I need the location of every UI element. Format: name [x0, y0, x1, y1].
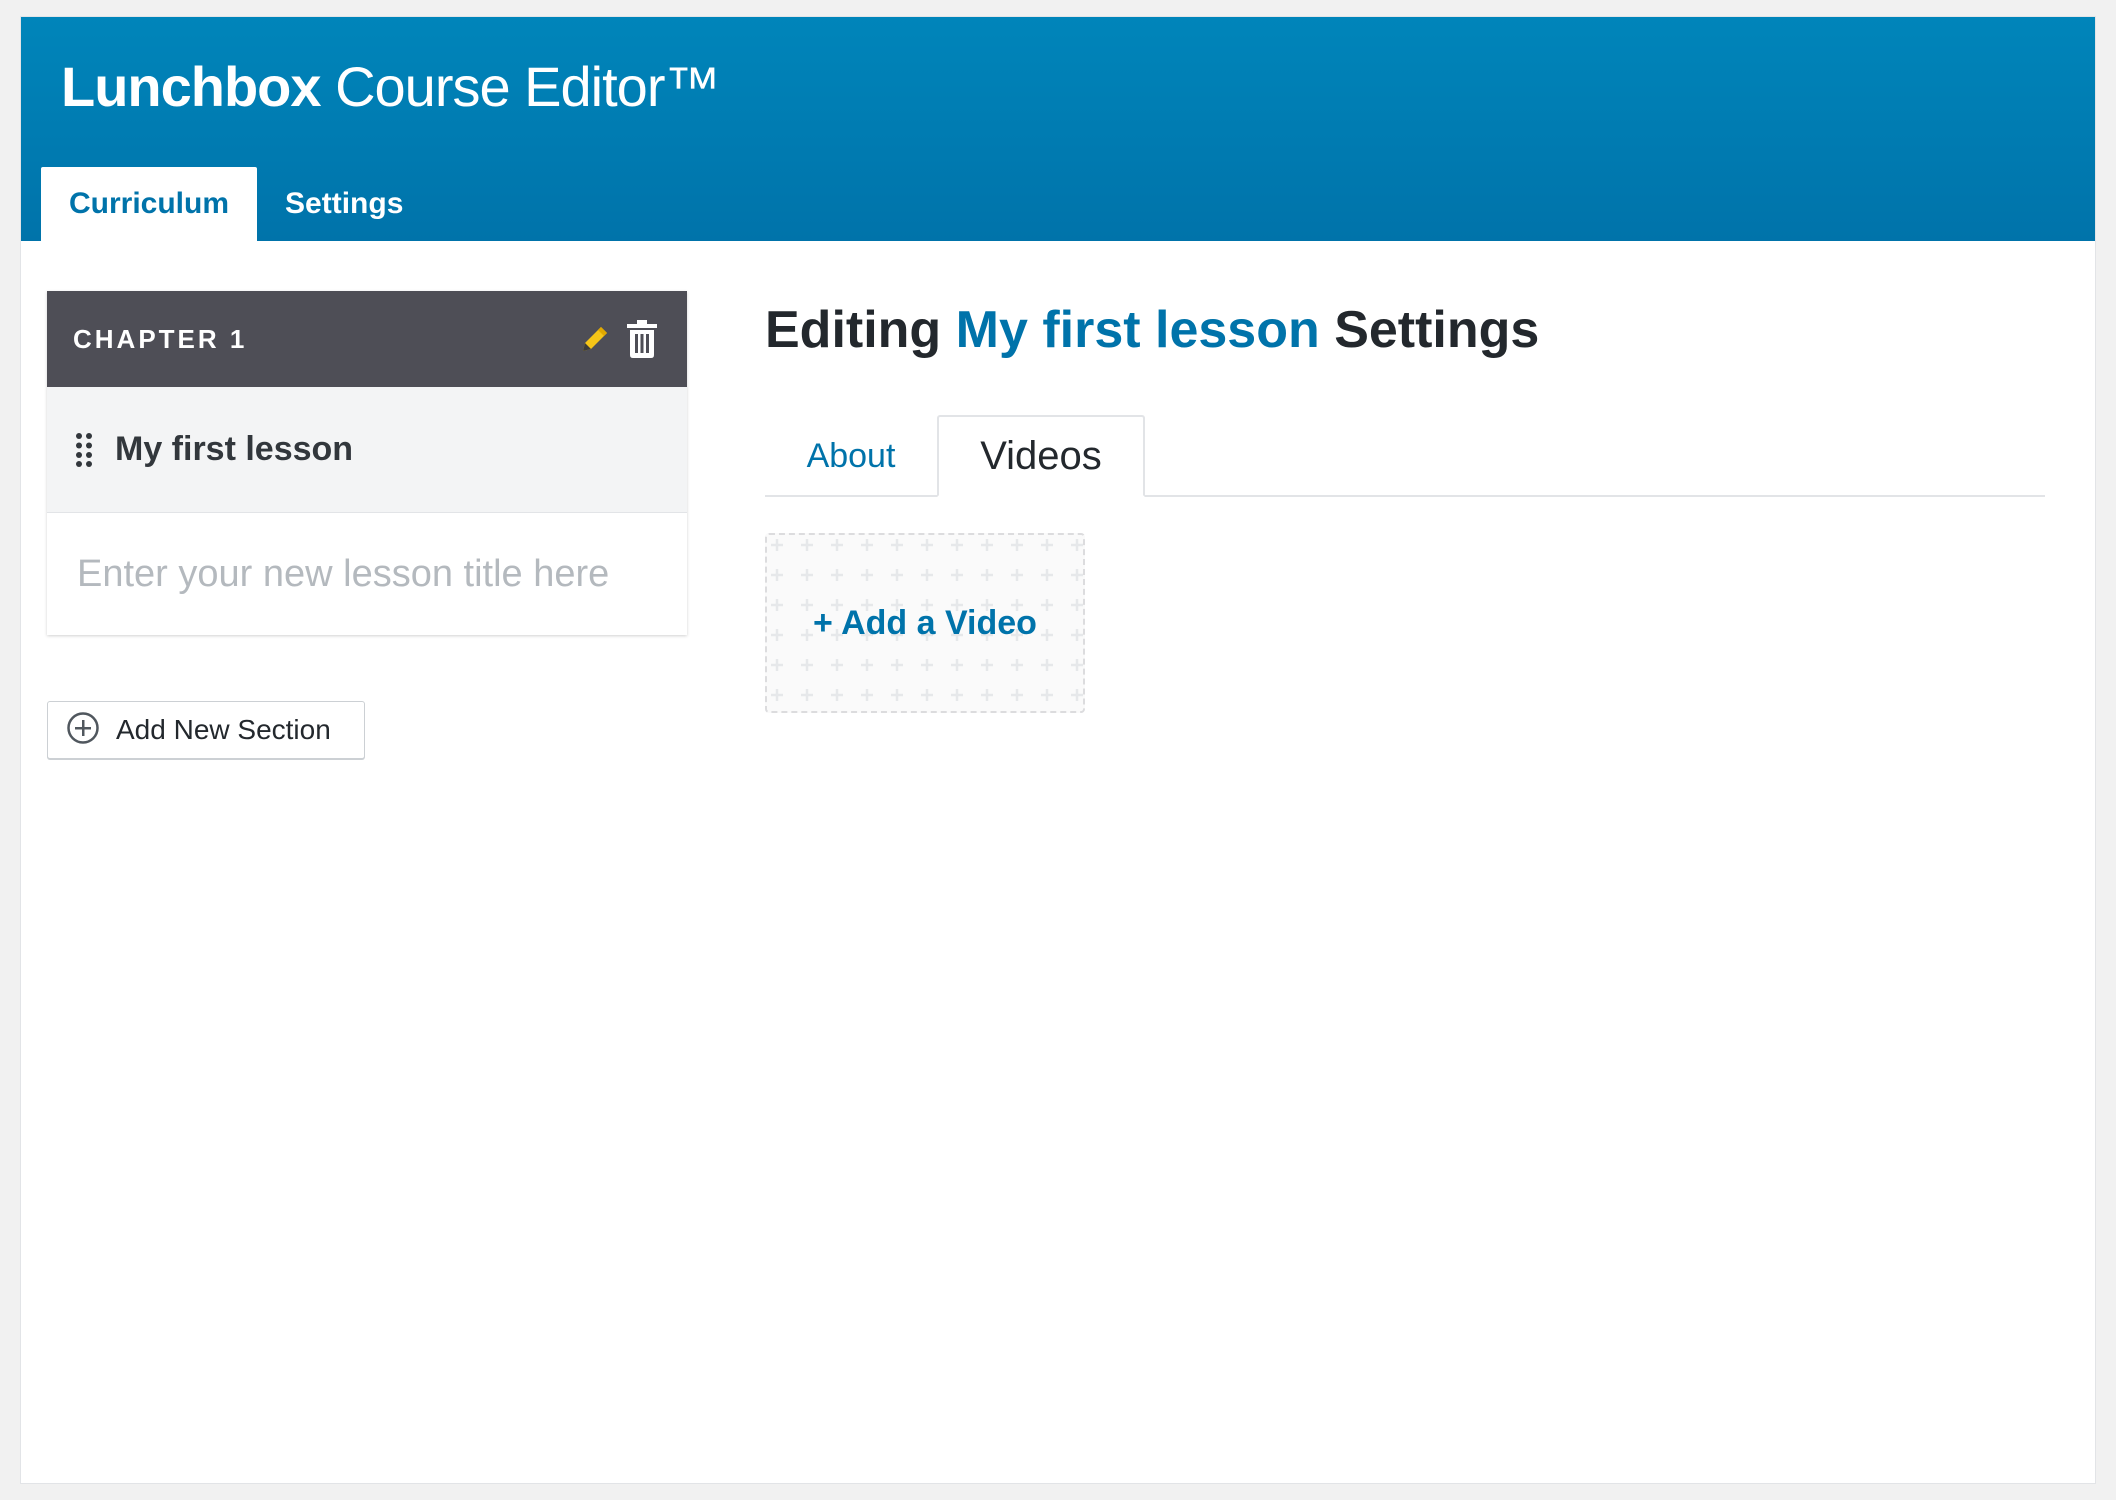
heading-lesson-name: My first lesson: [955, 301, 1320, 359]
tab-about[interactable]: About: [765, 415, 937, 497]
new-lesson-row: [47, 513, 687, 635]
tab-curriculum[interactable]: Curriculum: [41, 167, 258, 241]
course-editor-panel: Lunchbox Course Editor™ Curriculum Setti…: [20, 16, 2096, 1484]
chapter-title: CHAPTER 1: [73, 323, 248, 354]
add-new-section-button[interactable]: Add New Section: [47, 701, 365, 759]
pencil-icon[interactable]: [577, 321, 613, 357]
lesson-item[interactable]: My first lesson: [47, 387, 687, 513]
new-lesson-title-input[interactable]: [47, 513, 687, 635]
app-header: Lunchbox Course Editor™ Curriculum Setti…: [21, 17, 2095, 241]
tab-settings[interactable]: Settings: [257, 167, 431, 241]
chapter-card: CHAPTER 1 My first lesson Enter your new…: [47, 291, 687, 635]
trademark-symbol: ™: [664, 55, 720, 118]
main-tabs: Curriculum Settings: [41, 167, 431, 241]
lesson-title: My first lesson: [115, 430, 354, 468]
add-new-section-label: Add New Section: [116, 714, 331, 745]
chapter-actions: [577, 319, 659, 359]
heading-suffix: Settings: [1319, 301, 1540, 359]
page-title: Editing My first lesson Settings: [765, 299, 1539, 361]
tab-videos[interactable]: Videos: [937, 415, 1145, 497]
drag-handle-icon[interactable]: [75, 432, 93, 468]
trash-icon[interactable]: [625, 319, 659, 359]
plus-circle-icon: [66, 711, 100, 750]
app-title-rest: Course Editor: [320, 55, 665, 118]
heading-prefix: Editing: [765, 301, 956, 359]
add-video-button[interactable]: + Add a Video: [765, 533, 1085, 713]
lesson-settings-tabs: About Videos: [765, 415, 2045, 497]
chapter-header: CHAPTER 1: [47, 291, 687, 387]
app-title-brand: Lunchbox: [61, 55, 322, 118]
add-video-label: + Add a Video: [813, 603, 1037, 642]
app-title: Lunchbox Course Editor™: [61, 53, 720, 120]
